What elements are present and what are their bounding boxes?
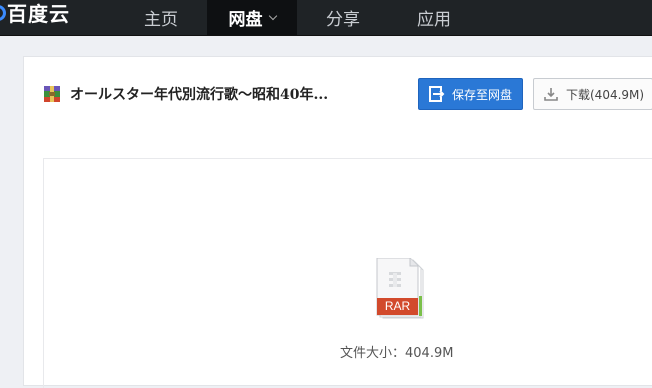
chevron-down-icon — [268, 11, 277, 20]
nav-item-label: 分享 — [326, 10, 360, 30]
nav-item-share[interactable]: 分享 — [300, 0, 386, 35]
nav-item-apps[interactable]: 应用 — [391, 0, 477, 35]
share-file-card: オールスター年代別流行歌〜昭和40年... 保存至网盘 下载(404.9M) R… — [23, 56, 652, 388]
file-size-value: 404.9M — [405, 346, 454, 361]
file-preview-area: RAR 文件大小：404.9M — [43, 158, 652, 388]
save-arrow-icon — [429, 86, 445, 102]
download-button-label: 下载(404.9M) — [566, 87, 645, 102]
save-to-netdisk-button[interactable]: 保存至网盘 — [418, 78, 523, 110]
logo-text: 百度云 — [7, 2, 70, 26]
save-button-label: 保存至网盘 — [452, 87, 513, 102]
top-navbar: 百度云 主页 网盘 分享 应用 — [0, 0, 652, 36]
nav-item-label: 主页 — [144, 10, 178, 30]
rar-type-label: RAR — [384, 299, 411, 313]
file-size-label: 文件大小： — [340, 346, 406, 361]
logo-cloud-icon — [0, 4, 6, 21]
nav-item-home[interactable]: 主页 — [118, 0, 204, 35]
download-icon — [544, 88, 558, 101]
archive-file-icon — [44, 86, 60, 102]
nav-item-label: 应用 — [417, 10, 451, 30]
file-title: オールスター年代別流行歌〜昭和40年... — [70, 87, 329, 103]
file-size-text: 文件大小：404.9M — [340, 342, 453, 361]
nav-item-netdisk[interactable]: 网盘 — [207, 0, 297, 35]
nav-item-label: 网盘 — [228, 10, 263, 30]
download-button[interactable]: 下载(404.9M) — [533, 78, 652, 110]
baidu-yun-logo[interactable]: 百度云 — [0, 0, 70, 26]
